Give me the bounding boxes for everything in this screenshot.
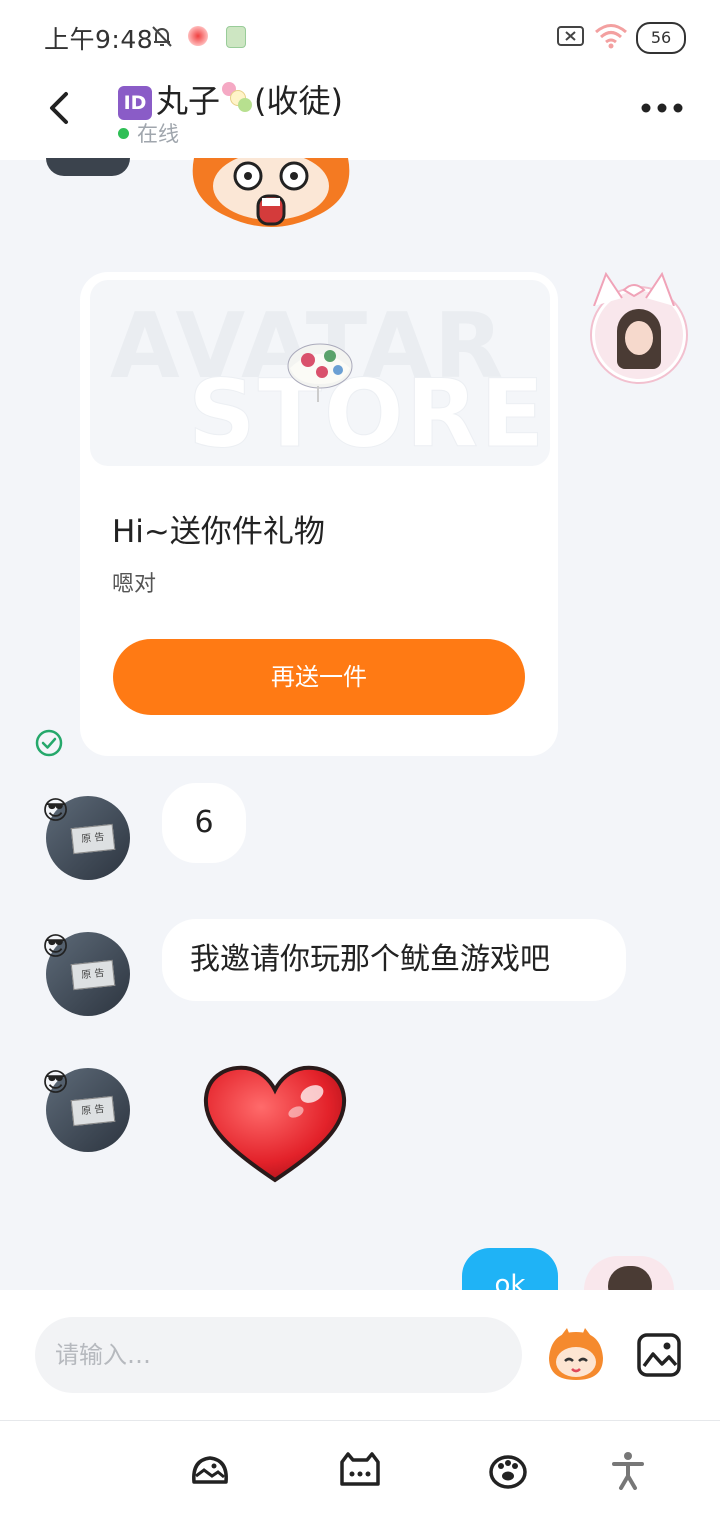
status-time: 上午9:48 [44,25,154,54]
message-bubble[interactable]: 我邀请你玩那个鱿鱼游戏吧 [162,919,626,1001]
send-another-gift-button[interactable]: 再送一件 [113,639,525,715]
back-arrow-icon[interactable] [40,86,80,130]
dango-icon [220,80,254,114]
surprised-face-sticker [192,158,350,227]
paw-icon[interactable] [486,1450,530,1490]
wifi-icon [595,24,627,49]
scene-icon[interactable] [188,1450,232,1490]
bell-off-icon [152,26,172,47]
cat-chat-icon[interactable] [338,1450,382,1490]
gift-card-title: Hi~送你件礼物 [112,514,325,550]
avatar-plaque: 原 告 [70,823,116,855]
message-input[interactable]: 请输入… [35,1317,522,1393]
notification-app-icon-2 [226,26,246,48]
avatar-plaque: 原 告 [70,1095,116,1127]
sticker-emoji-icon[interactable] [545,1328,607,1382]
chat-title[interactable]: ID 丸子 (收徒) [118,76,343,122]
image-picker-icon[interactable] [636,1332,682,1378]
battery-icon: 56 [636,22,686,54]
chat-header [0,70,720,160]
watermark-store: STORE [187,360,547,467]
sim-error-icon [557,26,584,46]
notification-app-icon [188,26,208,46]
message-bubble[interactable]: 6 [162,783,246,863]
sunglasses-emoji-icon: 😎 [42,932,70,962]
online-status-label: 在线 [137,122,179,146]
gift-hat-item-icon [287,343,353,402]
my-avatar-partial[interactable] [584,1256,674,1290]
cat-ear-frame-icon [593,272,675,306]
id-badge: ID [118,86,152,120]
message-sent-check-icon [35,729,63,757]
sunglasses-emoji-icon: 😎 [42,796,70,826]
contact-name-suffix: (收徒) [254,82,343,120]
heart-sticker[interactable] [200,1064,350,1186]
person-icon[interactable] [606,1450,650,1490]
avatar-partial[interactable] [46,158,130,176]
avatar-plaque: 原 告 [70,959,116,991]
online-dot [118,128,129,139]
contact-name: 丸子 [156,82,221,120]
online-status: 在线 [118,118,179,148]
battery-level: 56 [650,28,672,47]
gift-card-subtitle: 嗯对 [112,572,157,597]
more-dots-icon[interactable] [640,100,684,116]
sunglasses-emoji-icon: 😎 [42,1068,70,1098]
